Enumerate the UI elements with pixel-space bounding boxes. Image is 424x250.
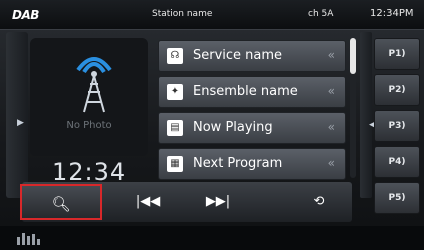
group-icon: ✦ — [167, 84, 183, 100]
info-row-ensemble[interactable]: ✦ Ensemble name « — [158, 76, 346, 108]
skip-forward-icon: ▶▶| — [205, 194, 231, 209]
status-bar: DAB Station name ch 5A 12:34PM — [0, 0, 424, 30]
preset-5-button[interactable]: P5) — [374, 182, 420, 214]
expand-icon: « — [327, 84, 335, 98]
repeat-icon: ⟲ — [313, 194, 325, 209]
repeat-button[interactable]: ⟲ — [294, 184, 344, 220]
no-photo-label: No Photo — [66, 120, 112, 131]
clock: 12:34PM — [370, 8, 414, 19]
channel-label: ch 5A — [308, 9, 334, 19]
bottom-strip — [0, 226, 424, 250]
info-label: Ensemble name — [193, 84, 298, 99]
expand-icon: « — [327, 120, 335, 134]
right-drawer-tab[interactable] — [360, 32, 372, 198]
search-icon: 🔍︎ — [51, 195, 71, 213]
broadcast-antenna-icon — [76, 57, 112, 113]
preset-1-button[interactable]: P1) — [374, 38, 420, 70]
info-label: Service name — [193, 48, 283, 63]
speaker-icon: ☊ — [167, 48, 183, 64]
equalizer-icon[interactable] — [16, 231, 42, 245]
left-drawer-tab[interactable] — [6, 32, 28, 198]
info-row-next-program[interactable]: ▦ Next Program « — [158, 148, 346, 180]
previous-button[interactable]: |◀◀ — [118, 184, 178, 220]
info-row-now-playing[interactable]: ▤ Now Playing « — [158, 112, 346, 144]
skip-back-icon: |◀◀ — [135, 194, 161, 209]
expand-icon: « — [327, 48, 335, 62]
preset-3-button[interactable]: P3) — [374, 110, 420, 142]
source-logo: DAB — [12, 8, 39, 22]
program-icon: ▦ — [167, 156, 183, 172]
now-icon: ▤ — [167, 120, 183, 136]
scrollbar-thumb[interactable] — [350, 38, 356, 74]
search-button[interactable]: 🔍︎ — [20, 184, 102, 220]
preset-2-button[interactable]: P2) — [374, 74, 420, 106]
dab-screen: DAB Station name ch 5A 12:34PM ▶ No Phot… — [0, 0, 424, 250]
info-label: Next Program — [193, 156, 283, 171]
station-name: Station name — [152, 9, 213, 19]
expand-icon: « — [327, 156, 335, 170]
preset-4-button[interactable]: P4) — [374, 146, 420, 178]
drawer-open-icon[interactable]: ▶ — [17, 118, 24, 128]
info-row-service[interactable]: ☊ Service name « — [158, 40, 346, 72]
info-label: Now Playing — [193, 120, 273, 135]
next-button[interactable]: ▶▶| — [188, 184, 248, 220]
